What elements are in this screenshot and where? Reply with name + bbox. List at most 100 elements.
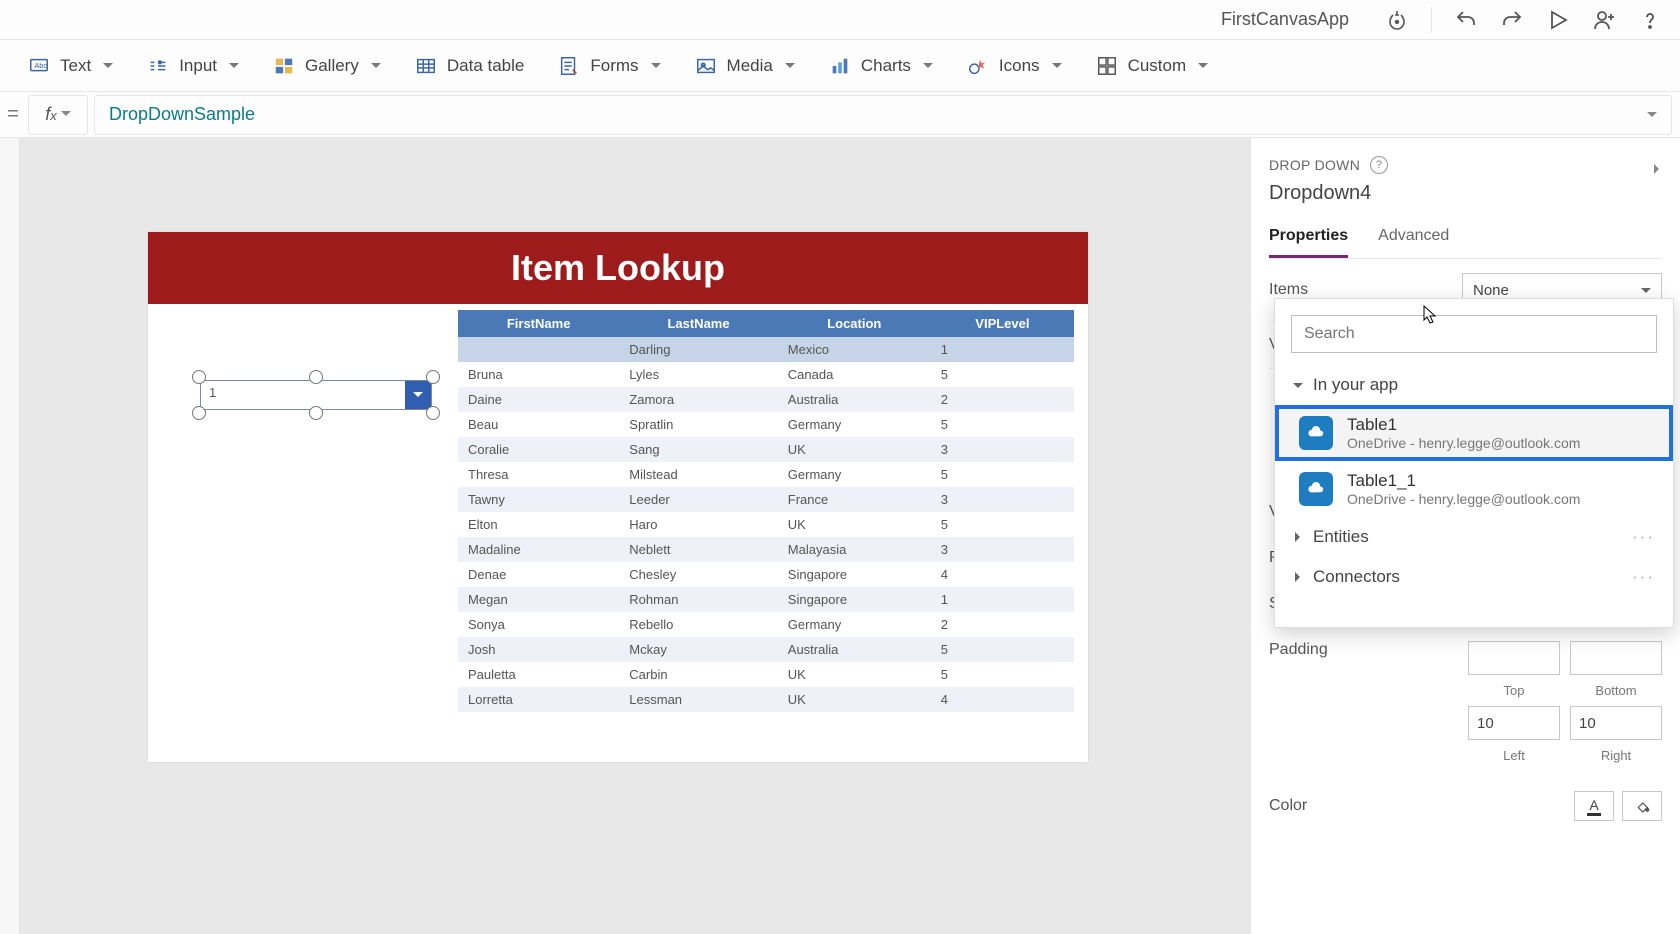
undo-icon[interactable] bbox=[1454, 8, 1478, 32]
table-cell: 5 bbox=[931, 462, 1074, 487]
padding-bottom-label: Bottom bbox=[1570, 683, 1662, 698]
fx-dropdown[interactable]: fx bbox=[28, 95, 88, 135]
ribbon-icons[interactable]: Icons bbox=[967, 55, 1062, 77]
expand-panel-icon[interactable] bbox=[1652, 158, 1662, 179]
padding-right-input[interactable]: 10 bbox=[1570, 706, 1662, 740]
table-cell: Madaline bbox=[458, 537, 619, 562]
table-cell: Zamora bbox=[619, 387, 778, 412]
control-name[interactable]: Dropdown4 bbox=[1269, 182, 1662, 205]
table-cell: Mckay bbox=[619, 637, 778, 662]
fill-color-swatch[interactable] bbox=[1622, 791, 1662, 821]
redo-icon[interactable] bbox=[1500, 8, 1524, 32]
table-cell: UK bbox=[778, 687, 931, 712]
datasource-search[interactable] bbox=[1291, 315, 1657, 353]
chevron-down-icon bbox=[103, 59, 113, 73]
datasource-item-table1[interactable]: Table1 OneDrive - henry.legge@outlook.co… bbox=[1275, 405, 1673, 461]
table-cell: Daine bbox=[458, 387, 619, 412]
chevron-down-icon bbox=[1641, 282, 1651, 299]
ribbon-media[interactable]: Media bbox=[695, 55, 795, 77]
table-row: LorrettaLessmanUK4 bbox=[458, 687, 1074, 712]
design-canvas[interactable]: Item Lookup 1 FirstNameLastNameLocationV… bbox=[20, 138, 1250, 934]
prop-color-label: Color bbox=[1269, 797, 1307, 815]
insert-ribbon: Abc Text Input Gallery Data table Forms … bbox=[0, 40, 1680, 92]
left-gutter bbox=[0, 138, 20, 934]
ribbon-forms[interactable]: Forms bbox=[558, 55, 660, 77]
table-cell: Milstead bbox=[619, 462, 778, 487]
data-table: FirstNameLastNameLocationVIPLevel Darlin… bbox=[458, 310, 1074, 712]
section-connectors[interactable]: Connectors ··· bbox=[1275, 557, 1673, 597]
table-row: PaulettaCarbinUK5 bbox=[458, 662, 1074, 687]
table-row: BrunaLylesCanada5 bbox=[458, 362, 1074, 387]
datasource-search-input[interactable] bbox=[1302, 324, 1646, 344]
table-cell: Canada bbox=[778, 362, 931, 387]
ribbon-data-table[interactable]: Data table bbox=[415, 55, 525, 77]
share-icon[interactable] bbox=[1592, 8, 1616, 32]
table-cell: Spratlin bbox=[619, 412, 778, 437]
table-row: DaineZamoraAustralia2 bbox=[458, 387, 1074, 412]
onedrive-icon bbox=[1299, 472, 1333, 506]
datasource-sub: OneDrive - henry.legge@outlook.com bbox=[1347, 491, 1580, 507]
gallery-icon bbox=[273, 55, 295, 77]
formula-input[interactable]: DropDownSample bbox=[94, 95, 1672, 135]
table-cell: Megan bbox=[458, 587, 619, 612]
data-table-icon bbox=[415, 55, 437, 77]
chevron-right-icon bbox=[1293, 567, 1303, 587]
ribbon-data-table-label: Data table bbox=[447, 56, 525, 76]
more-icon[interactable]: ··· bbox=[1632, 567, 1655, 587]
padding-top-input[interactable] bbox=[1468, 641, 1560, 675]
table-row: BeauSpratlinGermany5 bbox=[458, 412, 1074, 437]
table-cell: Carbin bbox=[619, 662, 778, 687]
dropdown-chevron-button[interactable] bbox=[405, 381, 431, 409]
table-cell: Darling bbox=[619, 337, 778, 362]
datasource-name: Table1 bbox=[1347, 415, 1580, 435]
tab-properties[interactable]: Properties bbox=[1269, 219, 1348, 258]
formula-value: DropDownSample bbox=[109, 104, 255, 125]
table-cell: 5 bbox=[931, 512, 1074, 537]
table-cell: Neblett bbox=[619, 537, 778, 562]
more-icon[interactable]: ··· bbox=[1632, 527, 1655, 547]
dropdown-control[interactable]: 1 bbox=[200, 380, 432, 410]
padding-left-input[interactable]: 10 bbox=[1468, 706, 1560, 740]
ribbon-icons-label: Icons bbox=[999, 56, 1040, 76]
padding-bottom-input[interactable] bbox=[1570, 641, 1662, 675]
table-cell: 3 bbox=[931, 487, 1074, 512]
expand-formula-icon[interactable] bbox=[1647, 108, 1657, 122]
chevron-down-icon bbox=[785, 59, 795, 73]
tab-advanced[interactable]: Advanced bbox=[1378, 219, 1449, 258]
prop-padding-label: Padding bbox=[1269, 641, 1328, 659]
ribbon-gallery-label: Gallery bbox=[305, 56, 359, 76]
ribbon-input[interactable]: Input bbox=[147, 55, 239, 77]
ribbon-gallery[interactable]: Gallery bbox=[273, 55, 381, 77]
table-header: FirstName bbox=[458, 310, 619, 337]
forms-icon bbox=[558, 55, 580, 77]
chevron-down-icon bbox=[371, 59, 381, 73]
dropdown-value: 1 bbox=[201, 381, 431, 404]
play-preview-icon[interactable] bbox=[1546, 8, 1570, 32]
font-color-swatch[interactable]: A bbox=[1574, 791, 1614, 821]
chevron-right-icon bbox=[1293, 527, 1303, 547]
table-cell: 1 bbox=[931, 337, 1074, 362]
datasource-name: Table1_1 bbox=[1347, 471, 1580, 491]
table-row: TawnyLeederFrance3 bbox=[458, 487, 1074, 512]
ribbon-charts[interactable]: Charts bbox=[829, 55, 933, 77]
text-control-icon: Abc bbox=[28, 55, 50, 77]
datasource-item-table1-1[interactable]: Table1_1 OneDrive - henry.legge@outlook.… bbox=[1275, 461, 1673, 517]
help-circle-icon[interactable]: ? bbox=[1370, 156, 1388, 174]
app-title: FirstCanvasApp bbox=[1221, 9, 1349, 30]
properties-tabs: Properties Advanced bbox=[1269, 219, 1662, 259]
ribbon-text[interactable]: Abc Text bbox=[28, 55, 113, 77]
items-datasource-popup: In your app Table1 OneDrive - henry.legg… bbox=[1274, 298, 1674, 628]
section-in-your-app[interactable]: In your app bbox=[1275, 365, 1673, 405]
table-cell: Rohman bbox=[619, 587, 778, 612]
ribbon-custom[interactable]: Custom bbox=[1096, 55, 1209, 77]
help-icon[interactable] bbox=[1638, 8, 1662, 32]
table-row: ThresaMilsteadGermany5 bbox=[458, 462, 1074, 487]
table-cell: 4 bbox=[931, 687, 1074, 712]
section-entities[interactable]: Entities ··· bbox=[1275, 517, 1673, 557]
table-cell: Lorretta bbox=[458, 687, 619, 712]
table-cell: 3 bbox=[931, 537, 1074, 562]
table-cell: Germany bbox=[778, 412, 931, 437]
app-checker-icon[interactable] bbox=[1385, 8, 1409, 32]
table-cell: 5 bbox=[931, 637, 1074, 662]
chevron-down-icon bbox=[1052, 59, 1062, 73]
